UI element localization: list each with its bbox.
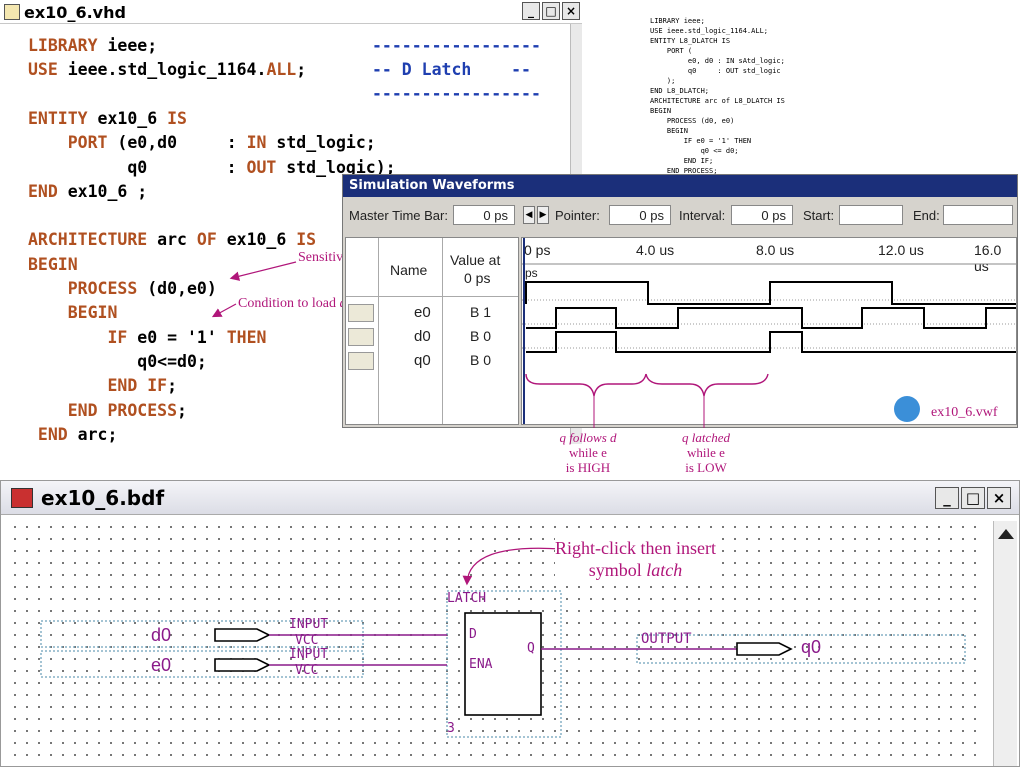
signal-value-q0: B 0 (470, 352, 492, 368)
signal-value-e0: B 1 (470, 304, 492, 320)
input-pin-icon (348, 328, 374, 346)
listing-line: USE ieee.std_logic_1164.ALL; (650, 27, 769, 35)
waveform-file-icon (894, 396, 920, 422)
sim-title[interactable]: Simulation Waveforms (343, 175, 1017, 197)
listing-line: q0 : OUT std_logic (650, 67, 781, 75)
end-label: End: (913, 208, 940, 223)
interval-field[interactable]: 0 ps (731, 205, 793, 225)
schematic (40, 547, 966, 738)
value-column-header: Value at (450, 252, 501, 268)
listing-line: LIBRARY ieee; (650, 17, 705, 25)
input-name-d0[interactable]: d0 (151, 625, 171, 646)
signal-name-q0[interactable]: q0 (414, 352, 431, 369)
vwf-file-label: ex10_6.vwf (931, 405, 998, 420)
pointer-field[interactable]: 0 ps (609, 205, 671, 225)
master-time-bar-label: Master Time Bar: (349, 208, 448, 223)
signal-name-d0[interactable]: d0 (414, 328, 431, 345)
start-label: Start: (803, 208, 835, 223)
end-field[interactable] (943, 205, 1013, 225)
name-column-header: Name (390, 262, 428, 278)
listing-line: ); (650, 77, 676, 85)
prev-arrow-icon[interactable]: ◀ (523, 206, 535, 224)
listing-line: END IF; (650, 157, 714, 165)
vcc-tag-d0: VCC (295, 633, 319, 648)
listing-line: PORT ( (650, 47, 693, 55)
listing-line: BEGIN (650, 107, 672, 115)
signal-name-e0[interactable]: e0 (414, 304, 431, 321)
q-follows-annotation: q follows d while e is HIGH (559, 430, 617, 475)
brace-annotations (525, 373, 769, 428)
output-pin-icon (348, 352, 374, 370)
output-name-q0[interactable]: q0 (801, 637, 821, 658)
output-tag-q0: OUTPUT (641, 631, 692, 647)
vhdl-listing: LIBRARY ieee; USE ieee.std_logic_1164.ALL… (650, 16, 785, 186)
listing-line: BEGIN (650, 127, 688, 135)
listing-line: ARCHITECTURE arc of L8_DLATCH IS (650, 97, 785, 105)
input-name-e0[interactable]: e0 (151, 655, 171, 676)
pointer-label: Pointer: (555, 208, 600, 223)
next-arrow-icon[interactable]: ▶ (537, 206, 549, 224)
interval-label: Interval: (679, 208, 726, 223)
signal-table: Name Value at 0 ps e0 B 1 d0 B 0 q0 B 0 (345, 237, 519, 425)
input-pin-icon (348, 304, 374, 322)
vcc-tag-e0: VCC (295, 663, 319, 678)
value-column-header-time: 0 ps (464, 270, 491, 286)
input-tag-d0: INPUT (289, 617, 329, 632)
listing-line: END L8_DLATCH; (650, 87, 710, 95)
listing-line: PROCESS (d0, e0) (650, 117, 735, 125)
input-tag-e0: INPUT (289, 647, 329, 662)
latch-pin-q: Q (527, 641, 535, 656)
listing-line: ENTITY L8_DLATCH IS (650, 37, 731, 45)
start-field[interactable] (839, 205, 903, 225)
latch-pin-ena: ENA (469, 657, 493, 672)
latch-symbol-name[interactable]: LATCH (447, 591, 486, 606)
listing-line: e0, d0 : IN sAtd_logic; (650, 57, 785, 65)
listing-line: q0 <= d0; (650, 147, 739, 155)
master-time-bar-field[interactable]: 0 ps (453, 205, 515, 225)
listing-line: IF e0 = '1' THEN (650, 137, 752, 145)
latch-instance-number: 3 (447, 721, 455, 736)
signal-value-d0: B 0 (470, 328, 492, 344)
latch-pin-d: D (469, 627, 477, 642)
bdf-editor-window: ex10_6.bdf _ □ × d0 e0 INPUT VCC INPUT V… (0, 480, 1020, 767)
insert-latch-annotation: Right-click then insert symbol latch (555, 537, 716, 581)
q-latched-annotation: q latched while e is LOW (681, 430, 730, 475)
